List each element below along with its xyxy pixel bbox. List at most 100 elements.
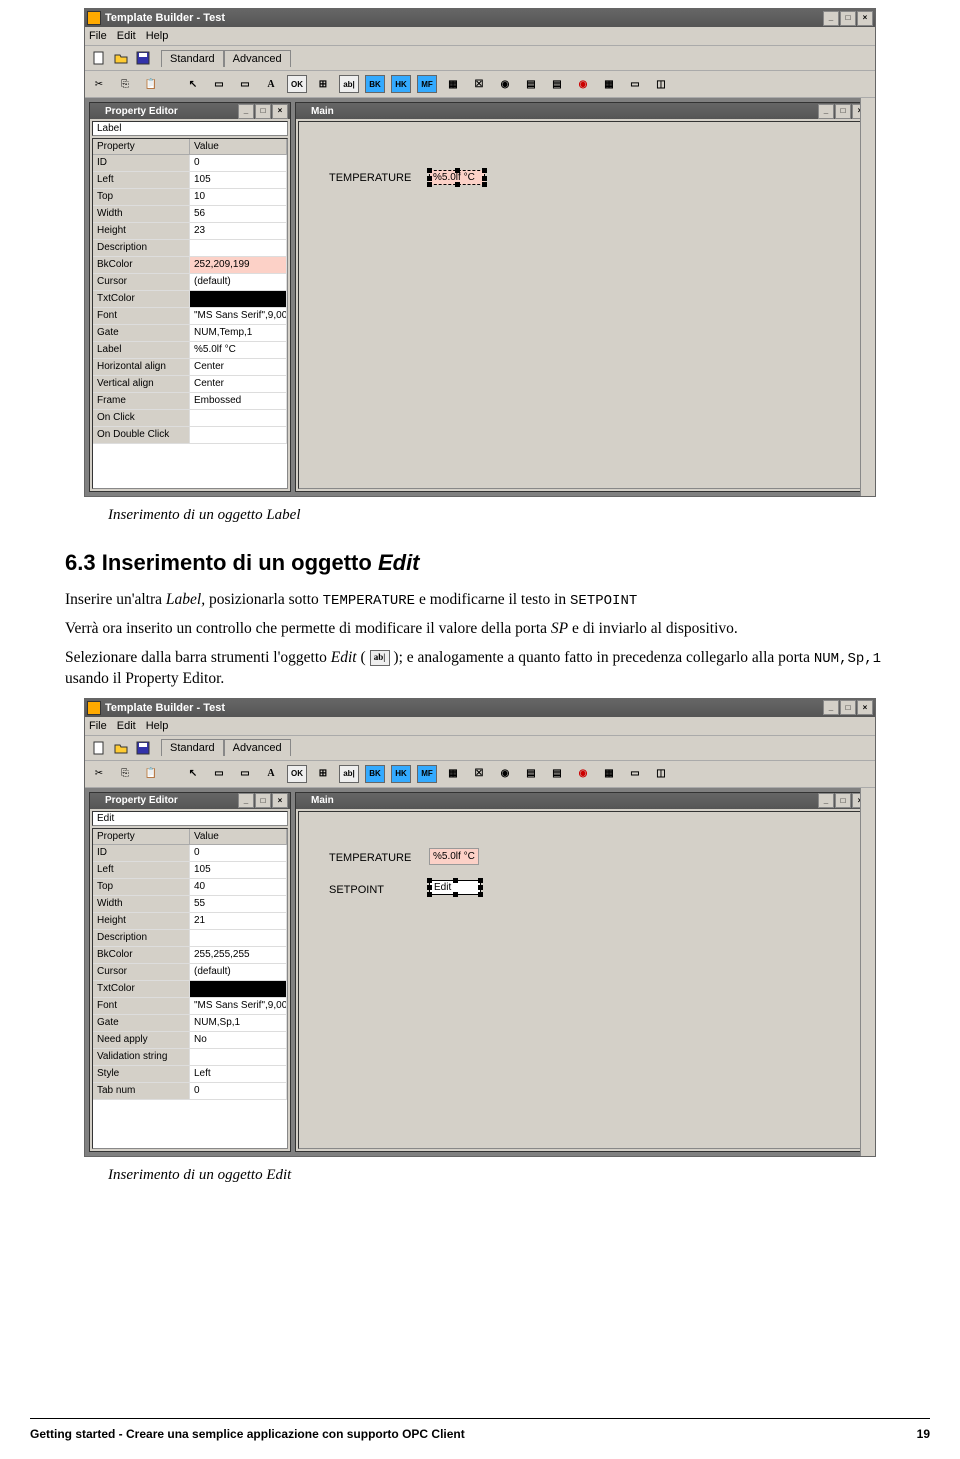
text-icon[interactable]: A — [261, 765, 281, 783]
property-value[interactable]: 56 — [190, 206, 287, 223]
property-value[interactable] — [190, 427, 287, 444]
menu-edit[interactable]: Edit — [117, 720, 136, 732]
property-value[interactable]: (default) — [190, 964, 287, 981]
grid-icon[interactable]: ▦ — [443, 765, 463, 783]
property-row[interactable]: Top10 — [93, 189, 287, 206]
property-value[interactable]: 0,0,0 — [190, 981, 287, 998]
new-icon[interactable] — [89, 48, 109, 68]
property-row[interactable]: ID0 — [93, 845, 287, 862]
property-value[interactable]: 0 — [190, 845, 287, 862]
bk-icon[interactable]: BK — [365, 75, 385, 93]
setpoint-label[interactable]: SETPOINT — [329, 884, 384, 896]
property-row[interactable]: TxtColor0,0,0 — [93, 981, 287, 998]
copy-icon[interactable]: ⎘ — [115, 74, 135, 94]
menu-help[interactable]: Help — [146, 30, 169, 42]
minimize-button[interactable]: _ — [818, 104, 834, 119]
property-value[interactable]: NUM,Temp,1 — [190, 325, 287, 342]
maximize-button[interactable]: □ — [840, 700, 856, 715]
property-value[interactable]: %5.0lf °C — [190, 342, 287, 359]
property-row[interactable]: Need applyNo — [93, 1032, 287, 1049]
property-row[interactable]: BkColor255,255,255 — [93, 947, 287, 964]
minimize-button[interactable]: _ — [238, 104, 254, 119]
image-icon[interactable]: ⊞ — [313, 765, 333, 783]
property-value[interactable]: (default) — [190, 274, 287, 291]
minimize-button[interactable]: _ — [238, 793, 254, 808]
mf-icon[interactable]: MF — [417, 75, 437, 93]
maximize-button[interactable]: □ — [255, 793, 271, 808]
hk-icon[interactable]: HK — [391, 75, 411, 93]
property-row[interactable]: Description — [93, 240, 287, 257]
paste-icon[interactable]: 📋 — [141, 74, 161, 94]
tabs-icon[interactable]: ▭ — [625, 765, 645, 783]
cut-icon[interactable]: ✂ — [89, 764, 109, 784]
property-row[interactable]: Height21 — [93, 913, 287, 930]
grid-icon[interactable]: ▦ — [443, 75, 463, 93]
list-icon[interactable]: ▤ — [521, 765, 541, 783]
tab-advanced[interactable]: Advanced — [224, 739, 291, 756]
edit-tool-icon[interactable]: ab| — [339, 75, 359, 93]
bk-icon[interactable]: BK — [365, 765, 385, 783]
property-row[interactable]: Font"MS Sans Serif",9,0000 — [93, 998, 287, 1015]
property-value[interactable]: 0 — [190, 155, 287, 172]
paste-icon[interactable]: 📋 — [141, 764, 161, 784]
property-value[interactable] — [190, 410, 287, 427]
maximize-button[interactable]: □ — [840, 11, 856, 26]
tab-standard[interactable]: Standard — [161, 739, 224, 756]
close-button[interactable]: × — [272, 793, 288, 808]
property-value[interactable]: 0,0,0 — [190, 291, 287, 308]
property-row[interactable]: Height23 — [93, 223, 287, 240]
frame-icon[interactable]: ▭ — [209, 75, 229, 93]
radio-icon[interactable]: ◉ — [495, 75, 515, 93]
label-icon[interactable]: ▭ — [235, 75, 255, 93]
combo-icon[interactable]: ▤ — [547, 765, 567, 783]
label-object[interactable]: %5.0lf °C — [429, 848, 479, 865]
combo-icon[interactable]: ▤ — [547, 75, 567, 93]
property-value[interactable]: Center — [190, 359, 287, 376]
property-value[interactable]: NUM,Sp,1 — [190, 1015, 287, 1032]
minimize-button[interactable]: _ — [823, 700, 839, 715]
property-value[interactable]: 105 — [190, 172, 287, 189]
tab-standard[interactable]: Standard — [161, 50, 224, 67]
vertical-scrollbar[interactable] — [860, 98, 875, 496]
copy-icon[interactable]: ⎘ — [115, 764, 135, 784]
property-row[interactable]: Font"MS Sans Serif",9,0000 — [93, 308, 287, 325]
new-icon[interactable] — [89, 738, 109, 758]
pointer-icon[interactable]: ↖ — [183, 75, 203, 93]
edit-tool-icon[interactable]: ab| — [339, 765, 359, 783]
menu-file[interactable]: File — [89, 720, 107, 732]
checkbox-icon[interactable]: ☒ — [469, 765, 489, 783]
close-button[interactable]: × — [857, 700, 873, 715]
property-row[interactable]: GateNUM,Sp,1 — [93, 1015, 287, 1032]
minimize-button[interactable]: _ — [818, 793, 834, 808]
save-icon[interactable] — [133, 48, 153, 68]
minimize-button[interactable]: _ — [823, 11, 839, 26]
maximize-button[interactable]: □ — [835, 104, 851, 119]
property-row[interactable]: Horizontal alignCenter — [93, 359, 287, 376]
property-value[interactable]: 40 — [190, 879, 287, 896]
menu-file[interactable]: File — [89, 30, 107, 42]
frame-icon[interactable]: ▭ — [209, 765, 229, 783]
property-row[interactable]: Left105 — [93, 172, 287, 189]
hk-icon[interactable]: HK — [391, 765, 411, 783]
property-value[interactable]: 105 — [190, 862, 287, 879]
close-button[interactable]: × — [272, 104, 288, 119]
maximize-button[interactable]: □ — [255, 104, 271, 119]
property-row[interactable]: Cursor(default) — [93, 964, 287, 981]
property-row[interactable]: Label%5.0lf °C — [93, 342, 287, 359]
selected-label-object[interactable]: %5.0lf °C — [429, 170, 485, 185]
property-value[interactable]: 0 — [190, 1083, 287, 1100]
panel-icon[interactable]: ◫ — [651, 75, 671, 93]
image-icon[interactable]: ⊞ — [313, 75, 333, 93]
checkbox-icon[interactable]: ☒ — [469, 75, 489, 93]
property-row[interactable]: Left105 — [93, 862, 287, 879]
property-row[interactable]: On Double Click — [93, 427, 287, 444]
property-value[interactable]: 10 — [190, 189, 287, 206]
property-value[interactable]: Left — [190, 1066, 287, 1083]
cut-icon[interactable]: ✂ — [89, 74, 109, 94]
temperature-label[interactable]: TEMPERATURE — [329, 172, 411, 184]
property-row[interactable]: Validation string — [93, 1049, 287, 1066]
selected-edit-object[interactable]: Edit — [429, 880, 481, 895]
property-value[interactable]: 23 — [190, 223, 287, 240]
property-row[interactable]: Cursor(default) — [93, 274, 287, 291]
open-icon[interactable] — [111, 48, 131, 68]
